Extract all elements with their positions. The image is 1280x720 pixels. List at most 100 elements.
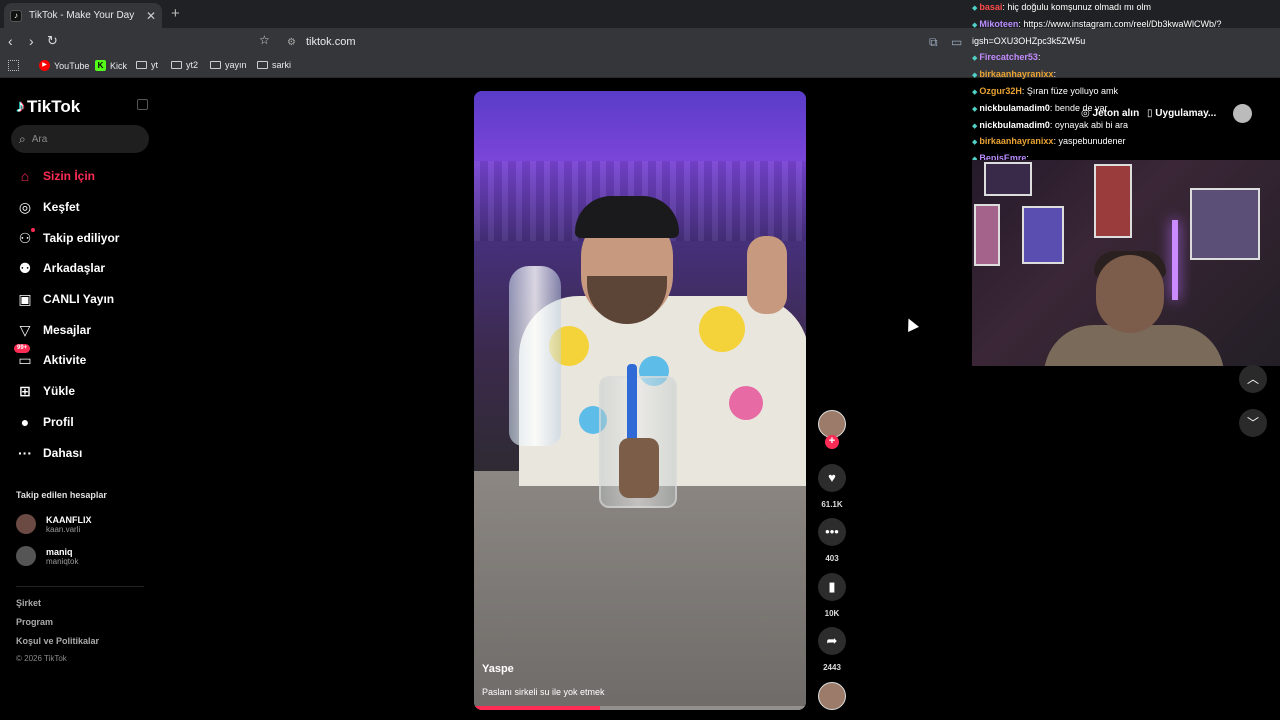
new-tab-button[interactable]: + — [171, 5, 180, 22]
kick-icon: K — [95, 60, 106, 71]
comment-count: 403 — [825, 554, 839, 563]
back-icon[interactable]: ‹ — [8, 33, 13, 49]
following-account[interactable]: KAANFLIX kaan.varli — [16, 514, 92, 534]
chat-message: ◆ birkaanhayranixx: — [972, 69, 1056, 79]
compass-icon: ◎ — [18, 199, 32, 215]
nav-live[interactable]: ▣ CANLI Yayın — [16, 290, 114, 308]
bookmark-icon: ▮ — [828, 579, 836, 594]
search-input[interactable]: ⌕ Ara — [11, 125, 149, 153]
translate-icon[interactable]: ⧉ — [929, 35, 938, 50]
comment-icon: ••• — [825, 524, 839, 539]
home-icon: ⌂ — [20, 168, 30, 184]
site-info-icon[interactable]: ⚙ — [287, 37, 296, 48]
chat-username: birkaanhayranixx — [979, 69, 1054, 80]
bookmark-yayin[interactable]: yayın — [210, 60, 247, 70]
video-progress-bar[interactable] — [474, 706, 806, 710]
bookmark-yt2[interactable]: yt2 — [171, 60, 198, 70]
activity-icon: ▭ 99+ — [14, 344, 34, 369]
user-avatar[interactable] — [1233, 104, 1252, 123]
chat-message: ◆ basai: hiç doğulu komşunuz olmadı mı ol… — [972, 2, 1151, 12]
cast-icon[interactable]: ▭ — [951, 35, 962, 49]
nav-messages[interactable]: ▽ Mesajlar — [16, 321, 91, 339]
nav-friends[interactable]: ⚉ Arkadaşlar — [16, 259, 105, 277]
chat-message: ◆ nickbulamadim0: oynayak abi bi ara — [972, 120, 1128, 130]
like-button[interactable]: ♥ — [818, 464, 846, 492]
nav-activity[interactable]: ▭ 99+ Aktivite — [14, 344, 86, 369]
footer-link-company[interactable]: Şirket — [16, 598, 41, 608]
chat-badge-icon: ◆ — [972, 55, 978, 63]
bookmark-icon[interactable]: ☆ — [259, 33, 270, 47]
mouse-cursor-icon — [903, 316, 919, 332]
messages-icon: ▽ — [19, 322, 31, 338]
divider — [16, 586, 144, 587]
bookmark-youtube[interactable]: ▶ YouTube — [39, 60, 89, 71]
share-button[interactable]: ➦ — [818, 627, 846, 655]
comment-button[interactable]: ••• — [818, 518, 846, 546]
reload-icon[interactable]: ↻ — [47, 33, 58, 49]
footer-link-terms[interactable]: Koşul ve Politikalar — [16, 636, 99, 646]
chat-message: ◆ Ozgur32H: Şıran füze yolluyo amk — [972, 86, 1118, 96]
friends-icon: ⚉ — [18, 260, 32, 276]
apps-icon[interactable] — [8, 60, 23, 71]
avatar — [16, 514, 36, 534]
video-creator[interactable]: Yaspe — [482, 663, 514, 675]
tab-close-button[interactable]: ✕ — [146, 9, 156, 23]
get-coins-button[interactable]: ◎ Jeton alın — [1081, 108, 1139, 119]
share-icon: ➦ — [826, 633, 838, 648]
nav-profile[interactable]: ● Profil — [16, 413, 74, 431]
footer-link-program[interactable]: Program — [16, 617, 53, 627]
tab-title: TikTok - Make Your Day — [29, 10, 135, 21]
folder-icon — [136, 61, 147, 69]
heart-icon: ♥ — [828, 470, 836, 485]
nav-for-you[interactable]: ⌂ Sizin İçin — [16, 167, 95, 185]
video-frame-person — [509, 196, 806, 508]
next-video-button[interactable]: ﹀ — [1239, 409, 1267, 437]
chat-badge-icon: ◆ — [972, 72, 978, 80]
avatar — [16, 546, 36, 566]
nav-explore[interactable]: ◎ Keşfet — [16, 198, 80, 216]
video-description: Paslanı sirkeli su ile yok etmek — [482, 687, 605, 697]
follow-button[interactable]: + — [825, 435, 839, 449]
collapse-sidebar-icon[interactable] — [137, 99, 148, 110]
chat-text: : hiç doğulu komşunuz olmadı mı olm — [1002, 2, 1151, 12]
nav-following[interactable]: ⚇ Takip ediliyor — [16, 228, 119, 247]
chat-username: birkaanhayranixx — [979, 136, 1054, 147]
nav-more[interactable]: ··· Dahası — [16, 444, 82, 462]
chat-username: Mikoteen — [979, 18, 1019, 29]
live-icon: ▣ — [18, 291, 32, 307]
tiktok-logo[interactable]: ♪ TikTok — [16, 96, 80, 117]
chevron-up-icon: ︿ — [1246, 372, 1259, 386]
sidebar: ♪ TikTok ⌕ Ara ⌂ Sizin İçin ◎ Keşfet ⚇ T… — [0, 80, 160, 720]
bookmark-sarki[interactable]: sarki — [257, 60, 291, 70]
chat-badge-icon: ◆ — [972, 122, 978, 130]
get-app-button[interactable]: ▯ Uygulamay... — [1147, 108, 1216, 119]
chat-message: ◆ Firecatcher53: — [972, 52, 1040, 62]
chat-username: basai — [979, 2, 1003, 12]
chevron-down-icon: ﹀ — [1246, 416, 1259, 430]
copyright: © 2026 TikTok — [16, 654, 67, 663]
activity-badge: 99+ — [14, 344, 31, 353]
following-accounts-header: Takip edilen hesaplar — [16, 490, 107, 500]
music-disc-avatar[interactable] — [818, 682, 846, 710]
nav-upload[interactable]: ⊞ Yükle — [16, 382, 75, 400]
tiktok-icon: ♪ — [16, 96, 25, 116]
streamer-webcam — [972, 160, 1280, 366]
youtube-icon: ▶ — [39, 60, 50, 71]
forward-icon[interactable]: › — [29, 33, 34, 49]
creator-avatar[interactable] — [818, 410, 846, 438]
bookmark-yt[interactable]: yt — [136, 60, 158, 70]
profile-icon: ● — [20, 414, 30, 430]
browser-tab[interactable]: ♪ TikTok - Make Your Day ✕ — [4, 3, 162, 28]
address-bar[interactable]: ⚙ tiktok.com — [279, 31, 969, 53]
video-player[interactable]: Yaspe Paslanı sirkeli su ile yok etmek — [474, 91, 806, 710]
chat-username: Firecatcher53 — [979, 52, 1038, 63]
previous-video-button[interactable]: ︿ — [1239, 365, 1267, 393]
chat-message: ◆ Mikoteen: https://www.instagram.com/ree… — [972, 19, 1221, 29]
following-account[interactable]: maniq maniqtok — [16, 546, 78, 566]
folder-icon — [171, 61, 182, 69]
chat-message: ◆ birkaanhayranixx: yaspebunudener — [972, 136, 1126, 146]
save-button[interactable]: ▮ — [818, 573, 846, 601]
bookmark-kick[interactable]: K Kick — [95, 60, 127, 71]
chat-text: : Şıran füze yolluyo amk — [1021, 86, 1118, 96]
like-count: 61.1K — [821, 500, 843, 509]
